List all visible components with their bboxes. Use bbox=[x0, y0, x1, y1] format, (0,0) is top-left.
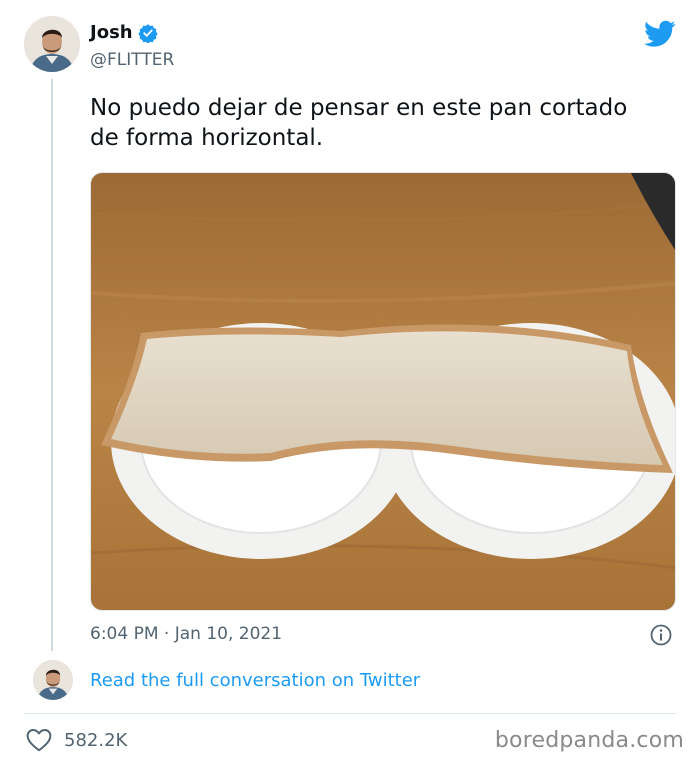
twitter-bird-icon[interactable] bbox=[644, 20, 676, 48]
author-avatar[interactable] bbox=[24, 16, 80, 72]
tweet-photo[interactable] bbox=[90, 172, 676, 611]
author-handle[interactable]: @FLITTER bbox=[90, 50, 174, 70]
tweet-text: No puedo dejar de pensar en este pan cor… bbox=[90, 95, 628, 151]
info-icon[interactable] bbox=[650, 624, 672, 646]
source-watermark: boredpanda.com bbox=[494, 728, 684, 753]
author-name[interactable]: Josh bbox=[90, 22, 133, 43]
like-count: 582.2K bbox=[64, 729, 128, 751]
author-name-row: Josh bbox=[90, 22, 158, 44]
like-button[interactable]: 582.2K bbox=[26, 728, 127, 752]
tweet-card: Josh @FLITTER No puedo dejar de pensar e… bbox=[0, 0, 700, 765]
read-conversation-link[interactable]: Read the full conversation on Twitter bbox=[90, 670, 420, 691]
divider bbox=[24, 713, 676, 714]
reply-avatar[interactable] bbox=[33, 660, 73, 700]
verified-badge-icon bbox=[137, 23, 158, 44]
heart-icon[interactable] bbox=[26, 728, 52, 752]
tweet-timestamp[interactable]: 6:04 PM · Jan 10, 2021 bbox=[90, 624, 282, 644]
thread-line bbox=[51, 79, 53, 651]
